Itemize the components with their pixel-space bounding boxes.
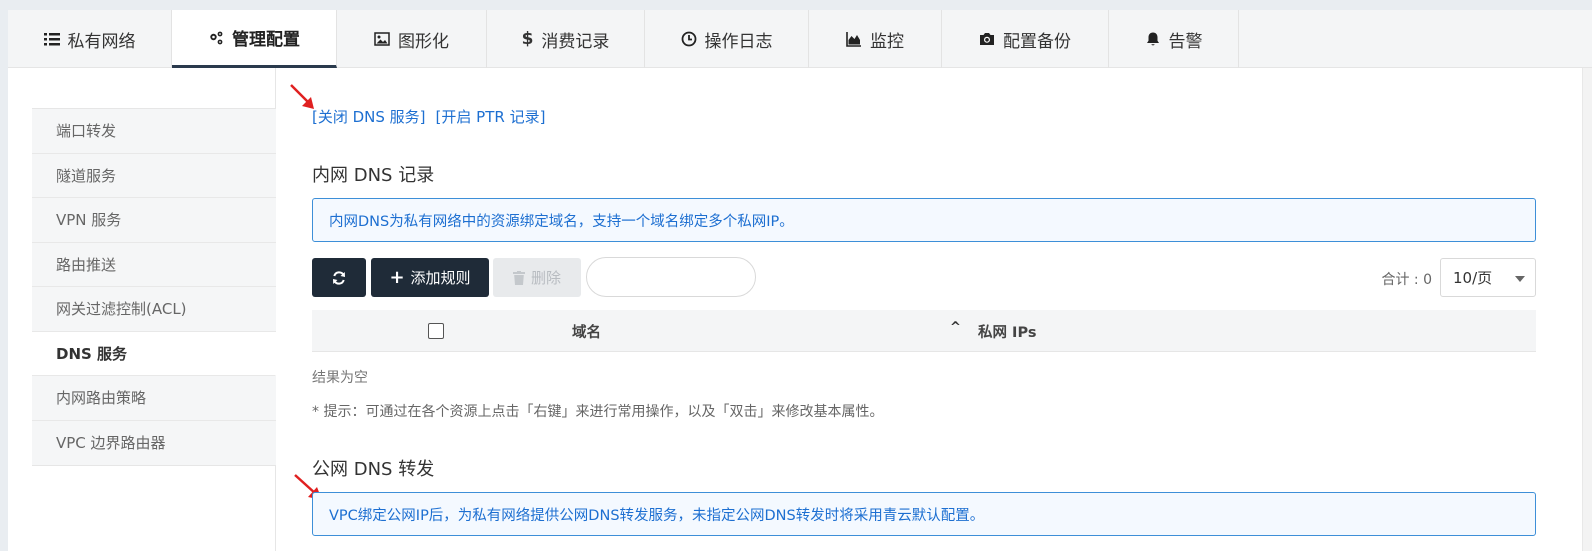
sidebar-item-label: VPC 边界路由器 [56,434,166,453]
image-icon [374,32,390,46]
tab-private-network[interactable]: 私有网络 [8,10,172,68]
dns-records-table-header: 域名 ^ 私网 IPs [312,310,1536,352]
empty-result-text: 结果为空 [312,370,368,386]
trash-icon [512,270,525,285]
tab-label: 配置备份 [1003,31,1071,52]
close-dns-link[interactable]: [关闭 DNS 服务] [312,106,426,127]
page-size-select[interactable]: 10/页 [1440,258,1536,297]
area-chart-icon [846,32,861,47]
open-ptr-link[interactable]: [开启 PTR 记录] [436,106,546,127]
column-header-domain[interactable]: 域名 [572,321,601,342]
sidebar-item-tunnel[interactable]: 隧道服务 [32,153,276,198]
sidebar-item-label: 路由推送 [56,255,117,274]
tab-billing[interactable]: $ 消费记录 [487,10,645,68]
sidebar-item-label: 隧道服务 [56,166,117,185]
usage-tip: * 提示：可通过在各个资源上点击「右键」来进行常用操作，以及「双击」来修改基本属… [312,404,884,420]
gears-icon [210,31,223,44]
tab-monitoring[interactable]: 监控 [809,10,942,68]
camera-icon [980,33,994,45]
sidebar-item-port-forwarding[interactable]: 端口转发 [32,109,276,154]
tab-label: 管理配置 [232,30,300,50]
tab-label: 私有网络 [67,31,136,52]
dns-records-toolbar: + 添加规则 删除 合计 : 0 10/页 [312,257,1536,298]
refresh-icon [333,270,345,285]
add-rule-button[interactable]: + 添加规则 [371,258,489,297]
sidebar-item-vpc-border-router[interactable]: VPC 边界路由器 [32,420,276,465]
select-all-checkbox[interactable] [428,323,444,339]
caret-down-icon [1515,276,1525,282]
sidebar-item-label: VPN 服务 [56,211,122,230]
tab-management-config[interactable]: 管理配置 [172,10,337,68]
sidebar-item-label: DNS 服务 [56,344,128,363]
dns-records-info: 内网DNS为私有网络中的资源绑定域名，支持一个域名绑定多个私网IP。 [312,198,1536,242]
dns-records-title: 内网 DNS 记录 [312,165,435,186]
sort-up-icon[interactable]: ^ [950,320,961,335]
list-icon [43,33,60,46]
sidebar-item-vpn[interactable]: VPN 服务 [32,198,276,243]
total-count: 合计 : 0 [1381,272,1432,288]
sidebar-item-label: 网关过滤控制(ACL) [56,300,187,319]
sidebar-item-label: 端口转发 [56,122,117,141]
tab-alarms[interactable]: 告警 [1109,10,1239,68]
tab-label: 消费记录 [541,31,610,52]
add-rule-label: 添加规则 [410,269,471,287]
sidebar-item-label: 内网路由策略 [56,389,147,408]
page-size-value: 10/页 [1453,269,1493,287]
plus-icon: + [389,267,405,288]
dollar-icon: $ [521,29,534,49]
dns-forward-title: 公网 DNS 转发 [312,459,435,480]
refresh-button[interactable] [312,258,366,297]
dns-action-links: [关闭 DNS 服务] [开启 PTR 记录] [312,106,545,127]
sidebar-item-dns[interactable]: DNS 服务 [32,331,276,376]
annotation-arrow-icon [290,84,314,109]
top-tab-bar: 私有网络 管理配置 图形化 $ 消费记录 操作日志 监控 配置备份 告警 [8,10,1592,68]
tab-label: 图形化 [398,31,449,52]
sidebar-item-acl[interactable]: 网关过滤控制(ACL) [32,287,276,332]
tab-operation-log[interactable]: 操作日志 [645,10,809,68]
delete-button[interactable]: 删除 [493,258,581,297]
dns-forward-info: VPC绑定公网IP后，为私有网络提供公网DNS转发服务，未指定公网DNS转发时将… [312,492,1536,536]
sidebar: 端口转发 隧道服务 VPN 服务 路由推送 网关过滤控制(ACL) DNS 服务… [32,108,276,466]
sidebar-item-route-push[interactable]: 路由推送 [32,242,276,287]
delete-label: 删除 [530,269,561,287]
tab-label: 操作日志 [704,31,773,52]
column-header-private-ips[interactable]: 私网 IPs [978,321,1036,342]
tab-label: 告警 [1168,31,1203,52]
vertical-scrollbar[interactable] [1582,68,1592,551]
bell-icon [1146,32,1159,46]
clock-icon [681,31,696,47]
search-input[interactable] [586,257,756,297]
tab-label: 监控 [870,31,904,52]
tab-config-backup[interactable]: 配置备份 [942,10,1109,68]
sidebar-item-route-policy[interactable]: 内网路由策略 [32,376,276,421]
tab-graphical[interactable]: 图形化 [337,10,487,68]
